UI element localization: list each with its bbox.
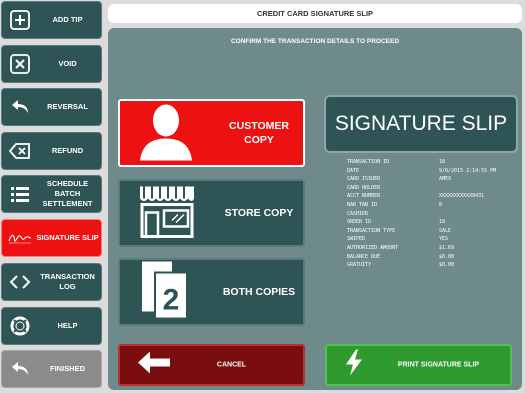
- detail-key: CARD HOLDER: [347, 184, 381, 191]
- detail-value: 0: [439, 201, 443, 208]
- detail-row: CARD ISSUER AMEX: [347, 176, 517, 185]
- undo-arrow-icon: [7, 94, 33, 120]
- signature-icon: [7, 225, 33, 251]
- refund-label: REFUND: [51, 146, 84, 155]
- undo-arrow-icon: [7, 356, 33, 382]
- sidebar: ADD TIP VOID REVERSAL REFUND SCHEDULE BA…: [0, 0, 106, 393]
- transaction-log-button[interactable]: TRANSACTION LOG: [1, 263, 102, 301]
- signature-slip-label: SIGNATURE SLIP: [36, 233, 99, 242]
- void-label: VOID: [58, 59, 77, 68]
- detail-value: $1.69: [439, 244, 455, 251]
- detail-row: AUTHORIZED AMOUNT $1.69: [347, 245, 517, 254]
- detail-key: AUTHORIZED AMOUNT: [347, 244, 399, 251]
- detail-key: ORDER ID: [347, 219, 372, 226]
- two-copies-icon: 2: [136, 260, 192, 325]
- svg-text:2: 2: [163, 284, 180, 317]
- detail-value: $0.00: [439, 253, 455, 260]
- print-signature-slip-button[interactable]: PRINT SIGNATURE SLIP: [325, 344, 512, 386]
- print-signature-slip-label: PRINT SIGNATURE SLIP: [397, 361, 480, 369]
- backspace-icon: [7, 138, 33, 164]
- detail-row: SWIPED YES: [347, 236, 517, 245]
- detail-row: ACCT NUMBER XXXXXXXXXXX8431: [347, 193, 517, 202]
- detail-key: TRANSACTION ID: [347, 159, 390, 165]
- detail-value: SALE: [439, 227, 452, 234]
- store-copy-button[interactable]: STORE COPY: [118, 179, 305, 247]
- cancel-label: CANCEL: [216, 361, 247, 369]
- detail-key: GRATUITY: [347, 262, 372, 269]
- signature-slip-banner: SIGNATURE SLIP: [324, 95, 518, 153]
- detail-row: CARD HOLDER: [347, 185, 517, 194]
- person-icon: [136, 101, 196, 166]
- transaction-log-label: TRANSACTION LOG: [40, 272, 95, 291]
- finished-label: FINISHED: [49, 364, 85, 373]
- cancel-button[interactable]: CANCEL: [118, 344, 305, 386]
- finished-button[interactable]: FINISHED: [1, 350, 102, 388]
- detail-value: YES: [439, 236, 449, 243]
- refund-button[interactable]: REFUND: [1, 132, 102, 170]
- both-copies-button[interactable]: 2 BOTH COPIES: [118, 258, 305, 326]
- detail-row: TRANSACTION ID 18: [347, 159, 517, 168]
- detail-value: 18: [439, 219, 446, 226]
- help-button[interactable]: HELP: [1, 307, 102, 345]
- angle-brackets-icon: [7, 269, 33, 295]
- both-copies-label: BOTH COPIES: [222, 286, 296, 298]
- schedule-batch-settlement-label: SCHEDULE BATCH SETTLEMENT: [42, 179, 93, 208]
- detail-row: ORDER ID 18: [347, 219, 517, 228]
- instruction-text: CONFIRM THE TRANSACTION DETAILS TO PROCE…: [230, 38, 400, 45]
- main-panel: CONFIRM THE TRANSACTION DETAILS TO PROCE…: [108, 28, 522, 390]
- detail-row: DATE 9/8/2015 2:14:55 PM: [347, 168, 517, 177]
- detail-key: BAR TAB ID: [347, 201, 378, 208]
- lifebuoy-icon: [7, 313, 33, 339]
- detail-value: 9/8/2015 2:14:55 PM: [439, 167, 497, 174]
- transaction-details: TRANSACTION ID 18 DATE 9/8/2015 2:14:55 PM…: [347, 159, 517, 271]
- plus-square-icon: [7, 7, 33, 33]
- detail-key: SWIPED: [347, 236, 366, 243]
- detail-row: BAR TAB ID 0: [347, 202, 517, 211]
- detail-value: AMEX: [439, 176, 452, 183]
- void-button[interactable]: VOID: [1, 45, 102, 83]
- detail-key: CARD ISSUER: [347, 176, 381, 183]
- list-icon: [7, 181, 33, 207]
- detail-key: ACCT NUMBER: [347, 193, 381, 200]
- detail-row: CASHIER: [347, 211, 517, 220]
- store-copy-label: STORE COPY: [224, 207, 294, 219]
- detail-value: XXXXXXXXXXX8431: [439, 193, 485, 200]
- reversal-button[interactable]: REVERSAL: [1, 88, 102, 126]
- storefront-icon: [136, 183, 198, 244]
- customer-copy-button[interactable]: CUSTOMER COPY: [118, 99, 305, 167]
- help-label: HELP: [57, 321, 78, 330]
- signature-slip-button[interactable]: SIGNATURE SLIP: [1, 219, 102, 257]
- detail-value: $0.00: [439, 262, 455, 269]
- schedule-batch-settlement-button[interactable]: SCHEDULE BATCH SETTLEMENT: [1, 175, 102, 213]
- detail-key: BALANCE DUE: [347, 253, 381, 260]
- page-title: CREDIT CARD SIGNATURE SLIP: [108, 4, 522, 23]
- detail-row: TRANSACTION TYPE SALE: [347, 228, 517, 237]
- detail-key: CASHIER: [347, 210, 369, 217]
- detail-key: DATE: [347, 167, 360, 174]
- x-square-icon: [7, 51, 33, 77]
- reversal-label: REVERSAL: [47, 102, 88, 111]
- lightning-bolt-icon: [343, 349, 365, 382]
- detail-key: TRANSACTION TYPE: [347, 227, 396, 234]
- add-tip-label: ADD TIP: [52, 15, 83, 24]
- detail-row: BALANCE DUE $0.00: [347, 254, 517, 263]
- detail-row: GRATUITY $0.00: [347, 262, 517, 271]
- add-tip-button[interactable]: ADD TIP: [1, 1, 102, 39]
- customer-copy-label: CUSTOMER COPY: [229, 120, 289, 146]
- detail-value: 18: [439, 159, 446, 165]
